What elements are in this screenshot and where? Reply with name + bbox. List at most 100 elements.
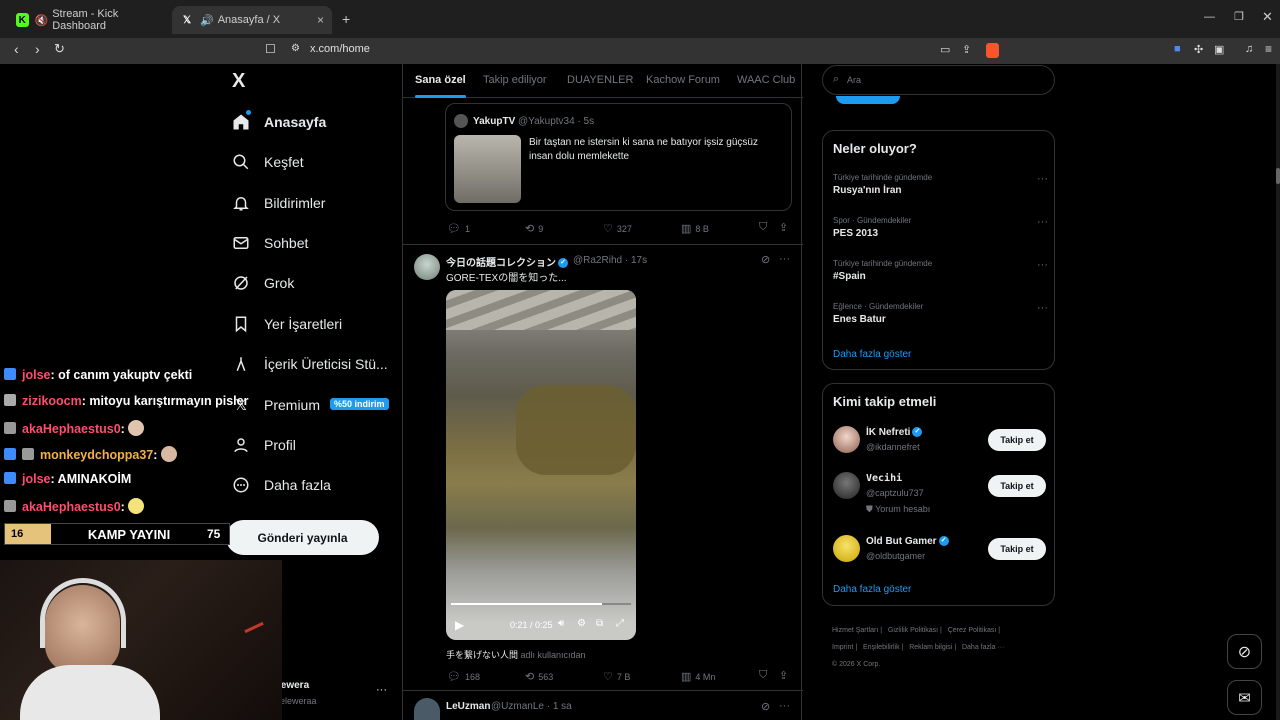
- nav-bookmarks[interactable]: Yer İşaretleri: [232, 310, 342, 338]
- tab-kachow-forum[interactable]: Kachow Forum: [646, 74, 720, 86]
- subscribe-button-partial[interactable]: [836, 96, 900, 104]
- tab-waac-club[interactable]: WAAC Club: [737, 74, 795, 86]
- minimize-icon[interactable]: —: [1204, 11, 1215, 23]
- trend-more-icon[interactable]: ···: [1037, 259, 1048, 271]
- video-progress-track[interactable]: [451, 603, 631, 605]
- scrollbar-thumb[interactable]: [1276, 168, 1280, 184]
- trend-item[interactable]: Türkiye tarihinde gündemde #Spain ···: [833, 259, 1048, 282]
- like-action[interactable]: ♡ 327: [603, 222, 632, 235]
- settings-icon[interactable]: ⚙: [577, 618, 586, 629]
- suggestion-item[interactable]: İK Nefreti ✓ @ikdannefret Takip et: [823, 424, 1056, 464]
- trend-more-icon[interactable]: ···: [1037, 302, 1048, 314]
- grok-icon[interactable]: ⊘: [761, 700, 770, 713]
- back-icon[interactable]: ‹: [14, 41, 19, 57]
- pip-icon[interactable]: ⧉: [596, 618, 603, 629]
- share-icon[interactable]: ⇪: [779, 221, 788, 234]
- quoted-author[interactable]: YakupTV: [473, 116, 515, 127]
- messages-float-button[interactable]: ✉: [1227, 680, 1262, 715]
- attribution-user[interactable]: 手を繋げない人間: [446, 650, 518, 660]
- avatar[interactable]: [414, 698, 440, 720]
- extension-icon[interactable]: ■: [1174, 43, 1181, 55]
- post-more-icon[interactable]: ···: [779, 700, 790, 712]
- nav-notifications[interactable]: Bildirimler: [232, 189, 325, 217]
- window-close-icon[interactable]: ✕: [1262, 9, 1273, 25]
- tab-for-you[interactable]: Sana özel: [415, 74, 466, 98]
- reply-action[interactable]: 💬︎ 168: [447, 670, 480, 683]
- tab-x-home[interactable]: 𝕏 🔊 Anasayfa / X ×: [172, 6, 332, 34]
- quoted-post[interactable]: YakupTV @Yakuptv34 · 5s Bir taştan ne is…: [445, 103, 792, 211]
- nav-grok[interactable]: Grok: [232, 269, 294, 297]
- footer-link[interactable]: Gizlilik Politikası: [888, 627, 938, 634]
- play-icon[interactable]: ▶: [455, 618, 464, 632]
- tab-kick-dashboard[interactable]: K 🔇 Stream - Kick Dashboard: [8, 6, 170, 34]
- nav-more[interactable]: Daha fazla: [232, 471, 331, 499]
- trends-show-more[interactable]: Daha fazla göster: [833, 349, 911, 360]
- nav-profile[interactable]: Profil: [232, 431, 296, 459]
- url-field[interactable]: x.com/home: [310, 43, 370, 55]
- post-button[interactable]: Gönderi yayınla: [226, 520, 379, 555]
- media-icon[interactable]: ♫: [1245, 43, 1253, 55]
- who-show-more[interactable]: Daha fazla göster: [833, 584, 911, 595]
- footer-link[interactable]: Daha fazla ···: [962, 644, 1004, 651]
- footer-link[interactable]: Reklam bilgisi: [909, 644, 952, 651]
- nav-explore[interactable]: Keşfet: [232, 148, 304, 176]
- footer-link[interactable]: Hizmet Şartları: [832, 627, 878, 634]
- scrollbar[interactable]: [1276, 64, 1280, 720]
- account-menu-icon[interactable]: ···: [376, 684, 387, 696]
- trend-more-icon[interactable]: ···: [1037, 173, 1048, 185]
- headphones-icon: [40, 578, 126, 648]
- fullscreen-icon[interactable]: ⤢: [616, 618, 624, 629]
- menu-icon[interactable]: ≡: [1265, 42, 1272, 56]
- brave-shield-icon[interactable]: [986, 43, 999, 58]
- x-logo[interactable]: X: [232, 70, 245, 93]
- suggestion-item[interactable]: Vecihi @captzulu737 ⛊ Yorum hesabı Takip…: [823, 470, 1056, 520]
- bookmark-icon[interactable]: ⛉: [759, 669, 767, 682]
- reply-action[interactable]: 💬︎ 1: [447, 222, 470, 235]
- post-author[interactable]: LeUzman: [446, 701, 490, 712]
- volume-icon[interactable]: 🔊︎: [558, 618, 564, 629]
- video-player[interactable]: ▶ 0:21 / 0:25 🔊︎ ⚙ ⧉ ⤢: [446, 290, 636, 640]
- grok-icon[interactable]: ⊘: [761, 253, 770, 266]
- sidebar-icon[interactable]: ▣: [1214, 43, 1224, 56]
- follow-button[interactable]: Takip et: [988, 475, 1046, 497]
- site-info-icon[interactable]: ⚙: [291, 43, 300, 54]
- close-tab-icon[interactable]: ×: [317, 13, 324, 27]
- nav-messages[interactable]: Sohbet: [232, 229, 308, 257]
- grok-float-button[interactable]: ⊘: [1227, 634, 1262, 669]
- views-action[interactable]: ▥ 8 B: [681, 222, 709, 235]
- like-action[interactable]: ♡ 7 B: [603, 670, 630, 683]
- bookmark-page-icon[interactable]: ☐: [265, 42, 276, 56]
- quoted-thumbnail[interactable]: [454, 135, 521, 203]
- trend-item[interactable]: Türkiye tarihinde gündemde Rusya'nın İran…: [833, 173, 1048, 196]
- reload-icon[interactable]: ↻: [54, 41, 65, 57]
- nav-creator-studio[interactable]: İçerik Üreticisi Stü...: [232, 350, 388, 378]
- bookmark-icon[interactable]: ⛉: [759, 221, 767, 234]
- new-tab-button[interactable]: +: [342, 11, 350, 27]
- post-more-icon[interactable]: ···: [779, 253, 790, 265]
- post-author[interactable]: 今日の話題コレクション ✓: [446, 254, 568, 269]
- share-icon[interactable]: ⇪: [962, 43, 971, 56]
- footer-link[interactable]: Imprint: [832, 644, 853, 651]
- cast-icon[interactable]: ▭: [940, 43, 950, 56]
- footer-link[interactable]: Erişilebilirlik: [863, 644, 900, 651]
- forward-icon[interactable]: ›: [35, 41, 40, 57]
- share-icon[interactable]: ⇪: [779, 669, 788, 682]
- search-input[interactable]: Ara: [847, 75, 861, 85]
- puzzle-icon[interactable]: ✣: [1194, 43, 1203, 56]
- tab-following[interactable]: Takip ediliyor: [483, 74, 547, 86]
- repost-action[interactable]: ⟲ 563: [525, 670, 553, 683]
- follow-button[interactable]: Takip et: [988, 429, 1046, 451]
- follow-button[interactable]: Takip et: [988, 538, 1046, 560]
- trend-item[interactable]: Spor · Gündemdekiler PES 2013 ···: [833, 216, 1048, 239]
- tab-duayenler[interactable]: DUAYENLER: [567, 74, 633, 86]
- footer-link[interactable]: Çerez Politikası: [948, 627, 997, 634]
- trend-more-icon[interactable]: ···: [1037, 216, 1048, 228]
- repost-action[interactable]: ⟲ 9: [525, 222, 543, 235]
- avatar[interactable]: [414, 254, 440, 280]
- restore-icon[interactable]: ❐: [1234, 10, 1244, 23]
- suggestion-item[interactable]: Old But Gamer ✓ @oldbutgamer Takip et: [823, 533, 1056, 573]
- search-box[interactable]: ⌕ Ara: [822, 65, 1055, 95]
- trend-item[interactable]: Eğlence · Gündemdekiler Enes Batur ···: [833, 302, 1048, 325]
- views-action[interactable]: ▥ 4 Mn: [681, 670, 715, 683]
- nav-home[interactable]: Anasayfa: [232, 108, 326, 136]
